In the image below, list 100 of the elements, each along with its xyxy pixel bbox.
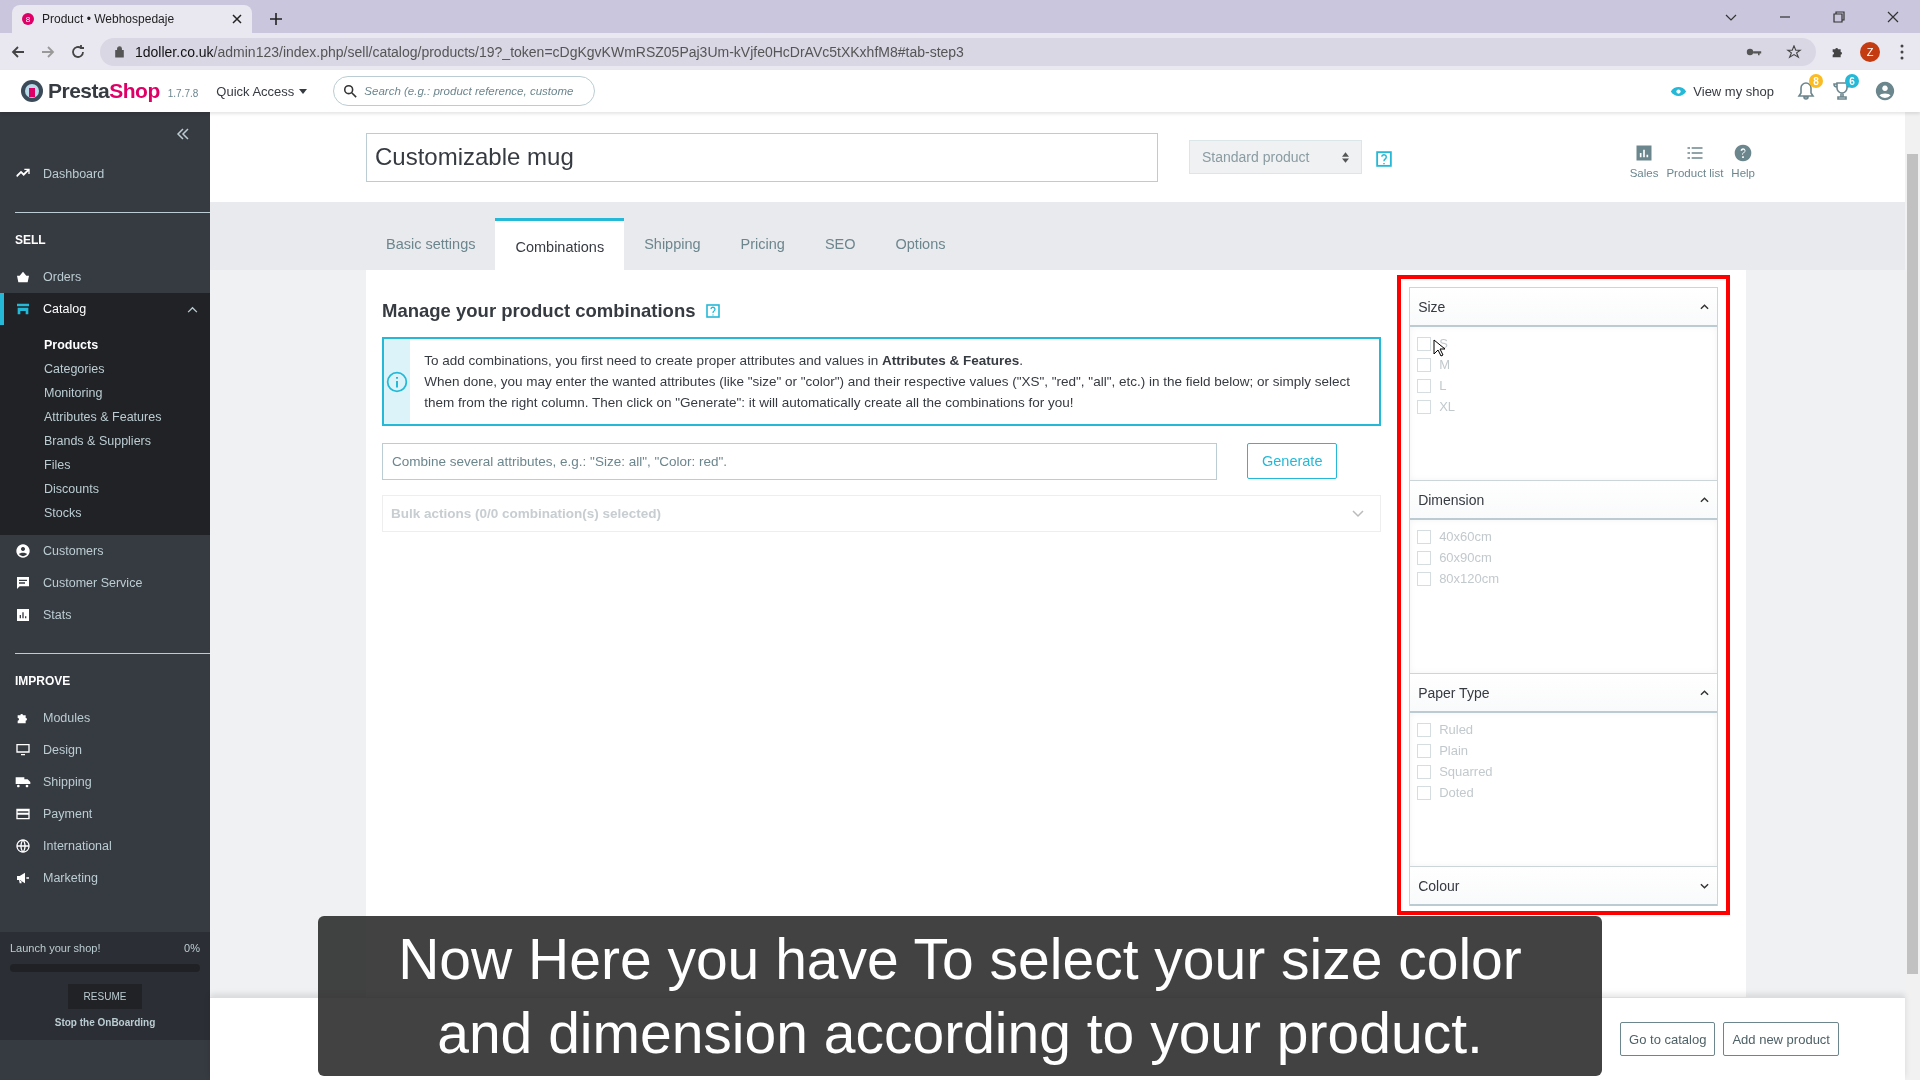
close-icon[interactable] [232, 14, 242, 24]
globe-icon [15, 838, 31, 854]
brand-name[interactable]: PrestaShop [48, 79, 160, 103]
attribute-value: Ruled [1439, 722, 1474, 737]
caret-icon [299, 88, 308, 94]
store-icon [15, 301, 31, 317]
checkbox[interactable] [1417, 743, 1432, 758]
logo-icon [20, 79, 44, 103]
footer-button[interactable]: Go to catalog [1620, 1022, 1716, 1056]
orders-count: 6 [1845, 74, 1859, 88]
sidebar-item[interactable]: Customers [0, 535, 210, 567]
video-caption: Now Here you have To select your size color and dimension according to your product. [318, 916, 1602, 1076]
close-icon[interactable] [1887, 11, 1899, 23]
star-icon[interactable] [1786, 44, 1802, 59]
onboarding-title: Launch your shop! [10, 942, 101, 954]
sidebar-item[interactable]: Customer Service [0, 567, 210, 599]
notification-count: 8 [1809, 74, 1823, 88]
help-icon[interactable] [1376, 150, 1392, 167]
basket-icon [15, 269, 31, 285]
scrollbar-thumb[interactable] [1907, 154, 1918, 974]
progress-percent: 0% [184, 942, 200, 954]
back-icon[interactable] [10, 43, 26, 60]
submenu-item[interactable]: Categories [44, 357, 210, 381]
checkbox[interactable] [1417, 785, 1432, 800]
footer-button[interactable]: Add new product [1723, 1022, 1839, 1056]
attribute-value: 40x60cm [1439, 529, 1492, 544]
attribute-value: L [1439, 378, 1447, 393]
checkbox[interactable] [1417, 378, 1432, 393]
attribute-value: Doted [1439, 785, 1474, 800]
checkbox[interactable] [1417, 550, 1432, 565]
submenu-item[interactable]: Brands & Suppliers [44, 429, 210, 453]
restore-icon[interactable] [1833, 11, 1845, 23]
submenu-item[interactable]: Discounts [44, 477, 210, 501]
sidebar-item[interactable]: Dashboard [0, 158, 210, 190]
sidebar-item[interactable]: Marketing [0, 862, 210, 894]
checkbox[interactable] [1417, 722, 1432, 737]
chevron-icon[interactable] [187, 305, 198, 313]
quick-access-menu[interactable]: Quick Access [216, 83, 308, 99]
new-tab-icon[interactable] [270, 13, 282, 25]
help-icon[interactable] [705, 304, 720, 318]
browser-tab[interactable]: 8 Product • Webhospedaje [12, 5, 252, 33]
submenu-item[interactable]: Stocks [44, 501, 210, 525]
toolbar-button[interactable]: Sales [1629, 143, 1659, 179]
checkbox[interactable] [1417, 571, 1432, 586]
attribute-value: M [1439, 357, 1450, 372]
reload-icon[interactable] [70, 43, 86, 60]
checkbox[interactable] [1417, 399, 1432, 414]
section-title: Manage your product combinations [382, 300, 696, 322]
megaphone-icon [15, 870, 31, 886]
info-icon [386, 370, 409, 393]
attribute-value: 80x120cm [1439, 571, 1500, 586]
info-text: To add combinations, you first need to create proper attributes and values in Attributes & Features. [424, 352, 1025, 370]
view-shop-link[interactable]: View my shop [1670, 83, 1774, 99]
bar-chart-icon [15, 607, 31, 623]
forward-icon[interactable] [40, 43, 56, 60]
submenu-item[interactable]: Products [44, 333, 210, 357]
product-name-field[interactable]: Customizable mug [366, 132, 1158, 182]
attribute-value: XL [1439, 399, 1456, 414]
sidebar-item[interactable]: Design [0, 734, 210, 766]
submenu-item[interactable]: Monitoring [44, 381, 210, 405]
cursor-icon [1433, 339, 1446, 357]
section-heading: SELL [14, 232, 47, 249]
version-label: 1.7.7.8 [167, 87, 199, 99]
help-icon [1733, 143, 1754, 163]
attribute-value: Squarred [1439, 764, 1493, 779]
toolbar-button[interactable]: Product list [1666, 143, 1724, 179]
sidebar-item[interactable]: Payment [0, 798, 210, 830]
checkbox[interactable] [1417, 336, 1432, 351]
attribute-value: Plain [1439, 743, 1469, 758]
sidebar-item[interactable]: Orders [0, 261, 210, 293]
sidebar-item[interactable]: Modules [0, 702, 210, 734]
sidebar-item[interactable]: Shipping [0, 766, 210, 798]
account-icon[interactable] [1874, 80, 1896, 102]
attribute-value: 60x90cm [1439, 550, 1492, 565]
checkbox[interactable] [1417, 764, 1432, 779]
sidebar-item[interactable]: Catalog [0, 293, 210, 325]
toolbar-button[interactable]: Help [1731, 143, 1755, 179]
profile-avatar[interactable]: Z [1860, 41, 1880, 62]
collapse-icon[interactable] [176, 128, 190, 140]
favicon-icon: 8 [22, 13, 34, 25]
info-text: When done, you may enter the wanted attributes (like "size" or "color") and their respective values ("XS", "red", "all", etc.) in the field below; or simply select them from the right column. Then click on "Generate": it will automatically create all the combinations for you! [424, 373, 1352, 412]
truck-icon [15, 774, 31, 790]
resume-button[interactable]: RESUME [67, 984, 143, 1009]
attributes-input[interactable]: Combine several attributes, e.g.: "Size: all", "Color: red". [382, 443, 1217, 480]
search-field[interactable]: Search (e.g.: product reference, custome [333, 76, 596, 106]
section-heading: IMPROVE [14, 673, 72, 690]
sidebar-item[interactable]: Stats [0, 599, 210, 631]
search-icon [343, 84, 358, 98]
chat-bubble-icon [15, 575, 31, 591]
sidebar-item[interactable]: International [0, 830, 210, 862]
bar-chart-icon [1634, 143, 1655, 163]
tab[interactable]: Combinations [495, 218, 625, 270]
submenu-item[interactable]: Attributes & Features [44, 405, 210, 429]
address-bar[interactable]: 1doller.co.uk/admin123/index.php/sell/catalog/products/19?_token=cDgKgvKWmRSZ05Paj3Um-kVjfe0HcDrAVc5tXKxhfM8#tab-step3 [100, 37, 1816, 66]
stop-onboarding-link[interactable]: Stop the OnBoarding [54, 1017, 156, 1028]
lock-icon [114, 45, 125, 58]
eye-icon [1670, 85, 1688, 97]
checkbox[interactable] [1417, 529, 1432, 544]
submenu-item[interactable]: Files [44, 453, 210, 477]
checkbox[interactable] [1417, 357, 1432, 372]
